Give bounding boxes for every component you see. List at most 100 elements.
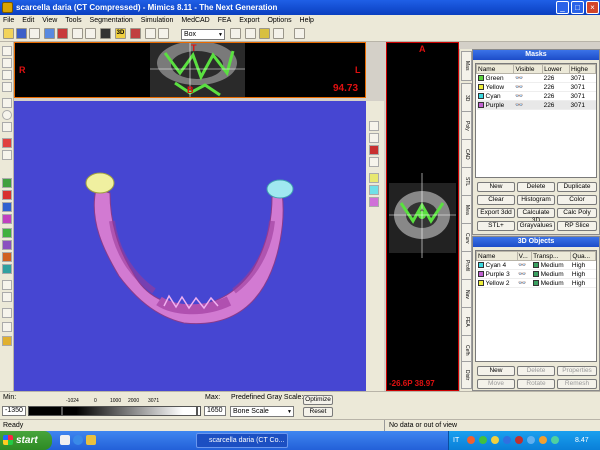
menu-simulation[interactable]: Simulation	[138, 15, 177, 26]
tab-cad[interactable]: CAD	[461, 139, 472, 169]
grayvalues-button[interactable]: Grayvalues	[517, 221, 555, 231]
polyline-icon[interactable]	[2, 82, 12, 92]
3d-render-icon[interactable]	[130, 28, 141, 39]
save-icon[interactable]	[16, 28, 27, 39]
export-icon[interactable]	[44, 28, 55, 39]
maximize-button[interactable]: □	[571, 1, 584, 14]
min-input[interactable]: -1350	[2, 406, 26, 416]
text-icon[interactable]	[2, 122, 12, 132]
mask-duplicate-button[interactable]: Duplicate	[557, 182, 597, 192]
menu-fea[interactable]: FEA	[215, 15, 235, 26]
stl-plus-button[interactable]: STL+	[477, 221, 515, 231]
col-higher[interactable]: Highe	[569, 64, 596, 74]
smooth-icon[interactable]	[2, 292, 12, 302]
menu-view[interactable]: View	[39, 15, 60, 26]
explorer-icon[interactable]	[86, 435, 96, 445]
table-row[interactable]: Cyan 👓 226 3071	[476, 91, 596, 101]
tab-3d[interactable]: 3D	[461, 83, 472, 113]
contrast-icon[interactable]	[245, 28, 256, 39]
col-visible[interactable]: Visible	[513, 64, 544, 74]
tab-polylines[interactable]: Poly	[461, 111, 472, 141]
visible-glasses-icon[interactable]: 👓	[517, 269, 532, 279]
col-quality[interactable]: Qua...	[570, 251, 596, 261]
menu-segmentation[interactable]: Segmentation	[87, 15, 136, 26]
optimize-button[interactable]: Optimize	[303, 395, 333, 405]
tab-masks[interactable]: Mas	[461, 51, 472, 81]
boolean-icon[interactable]	[2, 228, 12, 238]
visible-glasses-icon[interactable]: 👓	[517, 278, 532, 288]
tab-fea[interactable]: FEA	[461, 307, 472, 337]
ruler-icon[interactable]	[273, 28, 284, 39]
axial-view[interactable]: A -26.6P 38.97	[386, 42, 459, 391]
close-button[interactable]: ×	[586, 1, 599, 14]
rp-slice-button[interactable]: RP Slice	[557, 221, 597, 231]
pan-icon[interactable]	[145, 28, 156, 39]
tray-icon[interactable]	[503, 436, 511, 444]
language-indicator[interactable]: IT	[453, 431, 459, 450]
gray-scale-slider[interactable]: -1024 0 1000 2000 3071	[62, 398, 197, 416]
show-desktop-icon[interactable]	[60, 435, 70, 445]
table-row[interactable]: Purple 👓 226 3071	[476, 100, 596, 110]
visible-glasses-icon[interactable]: 👓	[513, 82, 543, 92]
export-3dd-button[interactable]: Export 3dd	[477, 208, 515, 218]
start-button[interactable]: start	[0, 431, 52, 450]
mask-color-button[interactable]: Color	[557, 195, 597, 205]
max-input[interactable]: 1650	[204, 406, 226, 416]
interpolate-icon[interactable]	[2, 322, 12, 332]
tab-curves[interactable]: Curv	[461, 223, 472, 253]
zoom-icon[interactable]	[158, 28, 169, 39]
toggle-purple-icon[interactable]	[369, 197, 379, 207]
tray-icon[interactable]	[467, 436, 475, 444]
menu-tools[interactable]: Tools	[62, 15, 84, 26]
line-icon[interactable]	[2, 58, 12, 68]
table-row[interactable]: Purple 3 👓 Medium High	[476, 269, 596, 279]
table-row[interactable]: Yellow 👓 226 3071	[476, 82, 596, 92]
calculate-3d-button[interactable]: Calculate 3D	[517, 208, 555, 224]
mask-new-button[interactable]: New	[477, 182, 515, 192]
visible-glasses-icon[interactable]: 👓	[513, 91, 543, 101]
rotate-view-icon[interactable]	[369, 157, 379, 167]
measure-icon[interactable]	[259, 28, 270, 39]
mask-clear-button[interactable]: Clear	[477, 195, 515, 205]
gray-scale-select[interactable]: Bone Scale	[230, 406, 294, 417]
col-transparency[interactable]: Transp...	[531, 251, 572, 261]
menu-options[interactable]: Options	[264, 15, 294, 26]
crop-icon[interactable]	[2, 280, 12, 290]
calc-poly-button[interactable]: Calc Poly	[557, 208, 597, 218]
browser-icon[interactable]	[73, 435, 83, 445]
grid-icon[interactable]	[294, 28, 305, 39]
undo-icon[interactable]	[72, 28, 83, 39]
object-new-button[interactable]: New	[477, 366, 515, 376]
curve-icon[interactable]	[2, 70, 12, 80]
visible-glasses-icon[interactable]: 👓	[513, 73, 543, 83]
col-lower[interactable]: Lower	[542, 64, 570, 74]
circle-icon[interactable]	[2, 110, 12, 120]
region-grow-icon[interactable]	[2, 178, 12, 188]
dynamic-region-icon[interactable]	[2, 264, 12, 274]
col-name[interactable]: Name	[476, 251, 518, 261]
table-row[interactable]: Yellow 2 👓 Medium High	[476, 278, 596, 288]
object-move-button[interactable]: Move	[477, 379, 515, 389]
object-delete-button[interactable]: Delete	[517, 366, 555, 376]
tab-profiles[interactable]: Profil	[461, 251, 472, 281]
cavity-fill-icon[interactable]	[2, 252, 12, 262]
object-properties-button[interactable]: Properties	[557, 366, 597, 376]
tray-icon[interactable]	[479, 436, 487, 444]
layer-icon[interactable]	[2, 308, 12, 318]
multislice-icon[interactable]	[2, 202, 12, 212]
toggle-yellow-icon[interactable]	[369, 173, 379, 183]
clock[interactable]: 8.47	[575, 431, 589, 450]
col-visible[interactable]: V...	[516, 251, 533, 261]
coronal-view[interactable]: T B R L 94.73	[14, 41, 366, 98]
col-name[interactable]: Name	[475, 64, 515, 74]
tab-distances[interactable]: Distr	[461, 361, 472, 389]
menu-medcad[interactable]: MedCAD	[178, 15, 212, 26]
redo-icon[interactable]	[85, 28, 96, 39]
tray-icon[interactable]	[539, 436, 547, 444]
lock-icon[interactable]	[230, 28, 241, 39]
visible-glasses-icon[interactable]: 👓	[513, 100, 543, 110]
menu-help[interactable]: Help	[297, 15, 317, 26]
tray-icon[interactable]	[527, 436, 535, 444]
3d-view-canvas[interactable]	[14, 101, 366, 391]
tray-icon[interactable]	[551, 436, 559, 444]
